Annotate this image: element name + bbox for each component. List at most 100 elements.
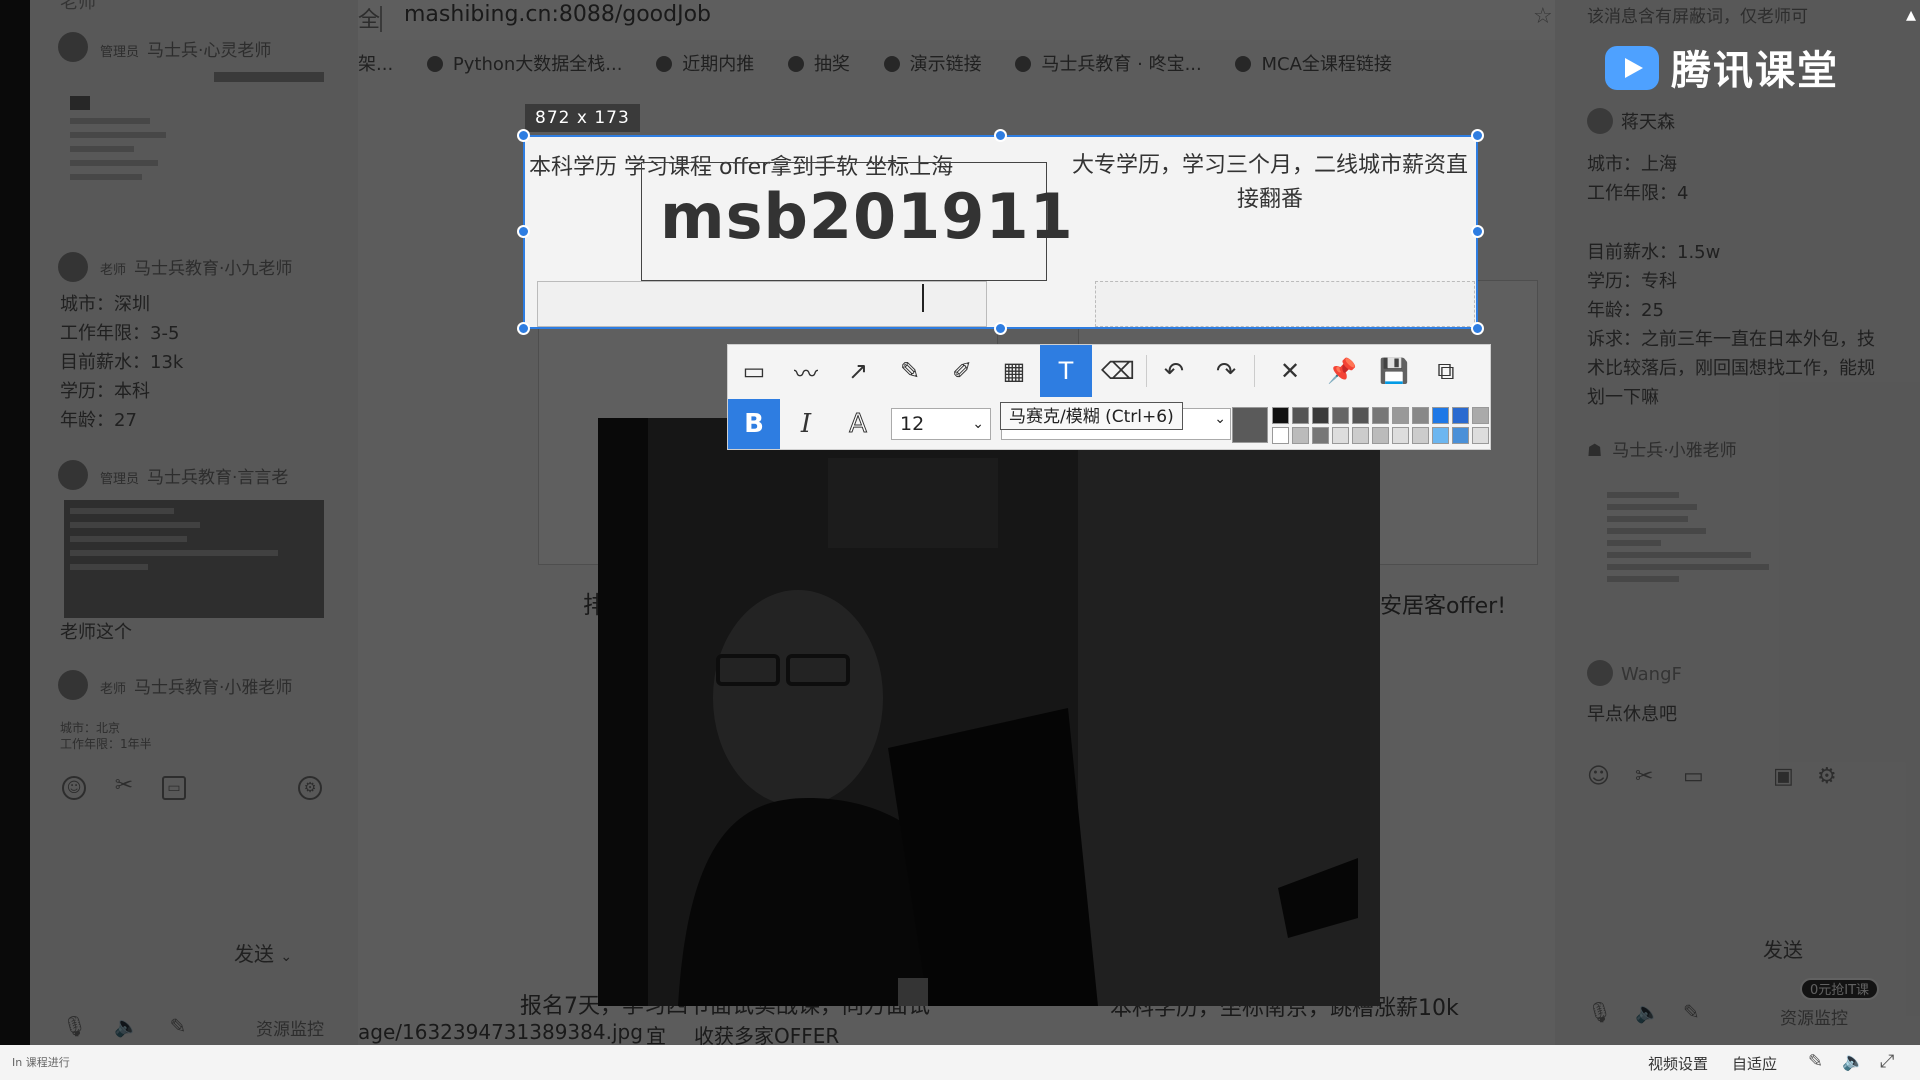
avatar <box>58 32 88 62</box>
close-icon[interactable]: ✕ <box>1264 345 1316 397</box>
speaker-icon[interactable]: 🔈 <box>1842 1051 1864 1072</box>
color-swatch[interactable] <box>1392 427 1409 444</box>
auto-fit-button[interactable]: 自适应 <box>1732 1053 1777 1074</box>
settings-icon[interactable]: ⚙ <box>1817 764 1837 789</box>
color-swatch[interactable] <box>1452 427 1469 444</box>
scissors-icon[interactable]: ✂ <box>112 775 136 800</box>
image-thumbnail[interactable] <box>64 88 224 208</box>
color-swatch[interactable] <box>1272 407 1289 424</box>
mosaic-tool-icon[interactable]: ▦ <box>988 345 1040 397</box>
pin-icon[interactable]: 📌 <box>1316 345 1368 397</box>
color-swatch[interactable] <box>1452 407 1469 424</box>
url-text[interactable]: mashibing.cn:8088/goodJob <box>404 2 711 27</box>
resize-handle-s[interactable] <box>994 322 1007 335</box>
color-swatch[interactable] <box>1472 407 1489 424</box>
bookmark-item[interactable]: Python大数据全栈... <box>426 50 622 76</box>
color-swatch[interactable] <box>1352 427 1369 444</box>
rectangle-tool-icon[interactable]: ▭ <box>728 345 780 397</box>
color-swatch[interactable] <box>1332 407 1349 424</box>
copy-icon[interactable]: ⧉ <box>1420 345 1472 397</box>
speaker-icon[interactable]: 🔈 <box>114 1016 139 1040</box>
color-swatch[interactable] <box>1312 407 1329 424</box>
arrow-tool-icon[interactable]: ↗ <box>832 345 884 397</box>
font-size-select[interactable]: 12 ⌄ <box>891 408 991 440</box>
resource-monitor-link[interactable]: 资源监控 <box>1780 1004 1848 1029</box>
color-swatch[interactable] <box>1432 407 1449 424</box>
resize-handle-se[interactable] <box>1471 322 1484 335</box>
image-thumbnail[interactable] <box>1607 486 1787 616</box>
color-swatch[interactable] <box>1352 407 1369 424</box>
bookmarks-bar: 架... Python大数据全栈... 近期内推 抽奖 演示链接 马士兵教育 ·… <box>358 50 1555 90</box>
microphone-icon[interactable]: 🎙 <box>1587 1000 1612 1024</box>
scissors-icon[interactable]: ✂ <box>1635 764 1653 789</box>
send-button[interactable]: 发送 ⌄ <box>234 940 292 972</box>
text-tool-icon[interactable]: T <box>1040 345 1092 397</box>
resize-handle-nw[interactable] <box>517 129 530 142</box>
sender-name: ☗ 马士兵·小雅老师 <box>1587 436 1737 461</box>
current-color-swatch[interactable] <box>1232 407 1268 443</box>
card-caption: 安居客offer! <box>1380 594 1507 619</box>
color-swatch[interactable] <box>1412 407 1429 424</box>
message-line: 学历：专科 <box>1587 271 1677 292</box>
bookmark-item[interactable]: MCA全课程链接 <box>1235 50 1392 76</box>
star-icon[interactable]: ☆ <box>1533 4 1553 29</box>
emoji-icon[interactable]: ☺ <box>62 776 86 800</box>
bookmark-item[interactable]: 马士兵教育 · 咚宝... <box>1015 50 1202 76</box>
color-swatch[interactable] <box>1412 427 1429 444</box>
resize-handle-w[interactable] <box>517 225 530 238</box>
fullscreen-icon[interactable]: ⤢ <box>1880 1051 1894 1072</box>
send-button[interactable]: 发送 <box>1763 934 1803 963</box>
bold-toggle[interactable]: B <box>728 399 780 449</box>
microphone-icon[interactable]: 🎙 <box>62 1016 87 1040</box>
color-swatch[interactable] <box>1292 427 1309 444</box>
resize-handle-ne[interactable] <box>1471 129 1484 142</box>
marker-tool-icon[interactable]: ✐ <box>936 345 988 397</box>
tooltip: 马赛克/模糊 (Ctrl+6) <box>1000 402 1183 430</box>
chevron-down-icon[interactable]: ⌄ <box>280 949 292 965</box>
color-swatch[interactable] <box>1332 427 1349 444</box>
bookmark-label: 演示链接 <box>909 54 982 75</box>
resize-handle-e[interactable] <box>1471 225 1484 238</box>
color-swatch[interactable] <box>1472 427 1489 444</box>
emoji-icon[interactable]: ☺ <box>1587 764 1610 789</box>
resize-handle-sw[interactable] <box>517 322 530 335</box>
polyline-tool-icon[interactable]: 〰 <box>780 345 832 397</box>
pencil-tool-icon[interactable]: ✎ <box>884 345 936 397</box>
status-bar: In 课程进行 视频设置 自适应 ✎ 🔈 ⤢ <box>0 1045 1920 1080</box>
address-bar[interactable]: 全 mashibing.cn:8088/goodJob ☆ <box>358 0 1555 40</box>
resize-handle-n[interactable] <box>994 129 1007 142</box>
promo-badge[interactable]: 0元抢IT课 <box>1800 978 1880 1000</box>
image-icon[interactable]: ▭ <box>1683 764 1704 789</box>
undo-icon[interactable]: ↶ <box>1148 345 1200 397</box>
speaker-icon[interactable]: 🔈 <box>1635 1000 1660 1024</box>
redo-icon[interactable]: ↷ <box>1200 345 1252 397</box>
color-swatch[interactable] <box>1432 427 1449 444</box>
bookmark-item[interactable]: 近期内推 <box>656 50 754 76</box>
screen-icon[interactable]: ▣ <box>1773 764 1794 789</box>
outline-toggle[interactable]: A <box>832 399 884 449</box>
save-icon[interactable]: 💾 <box>1368 345 1420 397</box>
color-swatch[interactable] <box>1312 427 1329 444</box>
italic-toggle[interactable]: I <box>780 399 832 449</box>
color-swatch[interactable] <box>1372 407 1389 424</box>
bookmark-item[interactable]: 架... <box>358 50 393 76</box>
bookmark-item[interactable]: 抽奖 <box>787 50 850 76</box>
eraser-tool-icon[interactable]: ⌫ <box>1092 345 1144 397</box>
image-icon[interactable]: ▭ <box>162 776 186 800</box>
role-tag: 管理员 <box>100 472 140 487</box>
pen-icon[interactable]: ✎ <box>1683 1000 1700 1024</box>
pen-icon[interactable]: ✎ <box>1808 1051 1823 1072</box>
avatar <box>58 460 88 490</box>
video-settings-button[interactable]: 视频设置 <box>1648 1053 1708 1074</box>
settings-icon[interactable]: ⚙ <box>298 776 322 800</box>
bookmark-item[interactable]: 演示链接 <box>883 50 982 76</box>
resource-monitor-link[interactable]: 资源监控 <box>256 1016 324 1045</box>
color-swatch[interactable] <box>1392 407 1409 424</box>
color-swatch[interactable] <box>1372 427 1389 444</box>
pen-icon[interactable]: ✎ <box>166 1016 190 1040</box>
color-swatch[interactable] <box>1272 427 1289 444</box>
color-swatch[interactable] <box>1292 407 1309 424</box>
image-thumbnail[interactable] <box>64 500 324 618</box>
role-tag: 管理员 <box>100 45 140 60</box>
text-annotation-content[interactable]: msb201911 <box>660 180 1074 253</box>
